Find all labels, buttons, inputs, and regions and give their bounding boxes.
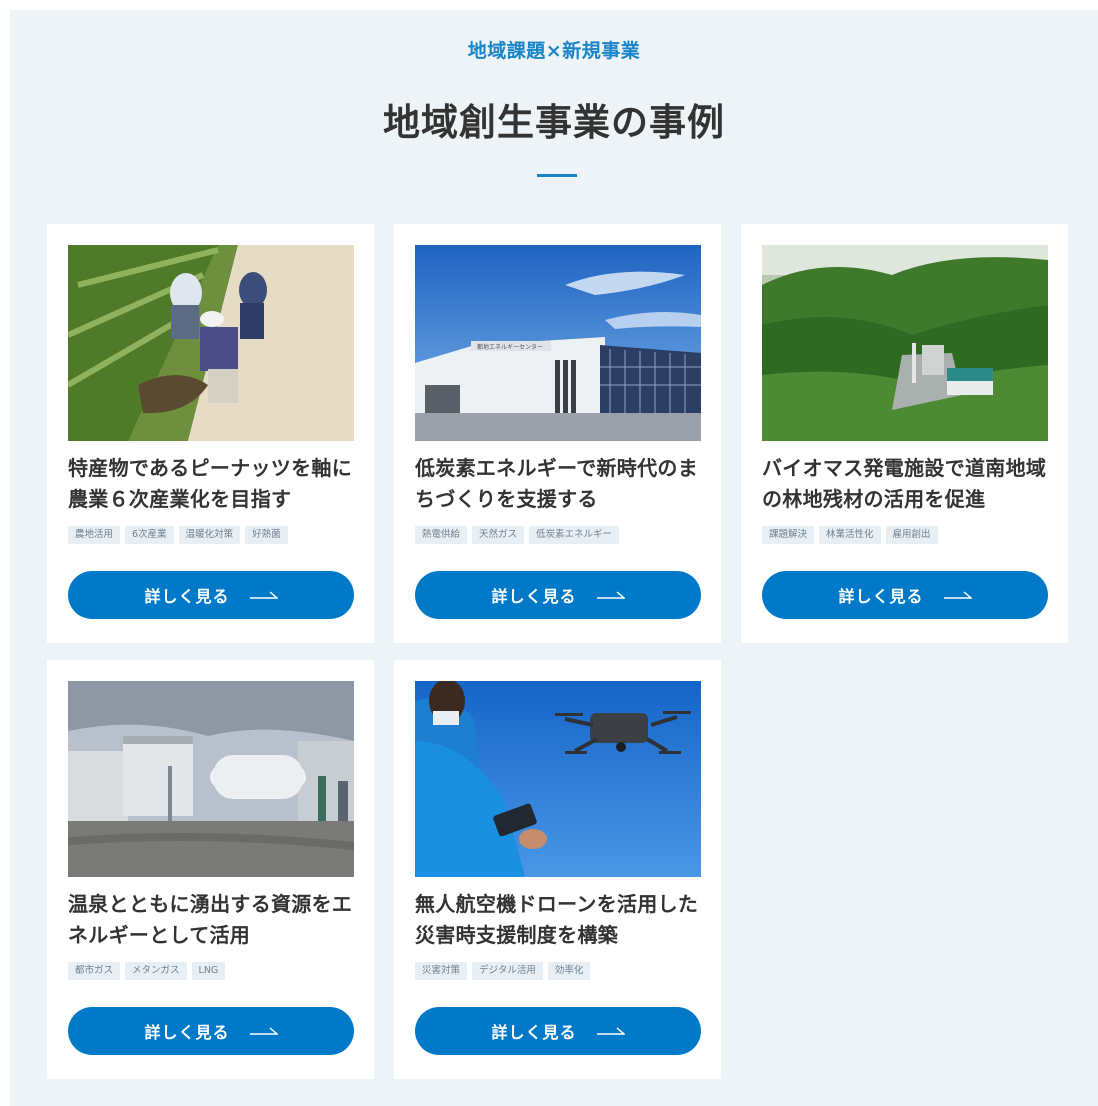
case-title-line: 温泉とともに湧出する資源をエ xyxy=(68,892,353,916)
case-title-line: 農業６次産業化を目指す xyxy=(68,487,292,511)
section-title: 地域創生事業の事例 xyxy=(383,101,725,144)
case-card-peanut: 特産物であるピーナッツを軸に 農業６次産業化を目指す 農地活用 6次産業 温暖化… xyxy=(47,224,374,643)
case-image-drone xyxy=(415,681,701,877)
case-title: 温泉とともに湧出する資源をエ ネルギーとして活用 xyxy=(68,889,360,951)
arrow-right-icon xyxy=(943,591,972,599)
detail-button-label: 詳しく見る xyxy=(838,587,924,606)
tag: 温暖化対策 xyxy=(178,526,241,544)
case-title: 特産物であるピーナッツを軸に 農業６次産業化を目指す xyxy=(68,453,360,515)
detail-button[interactable]: 詳しく見る xyxy=(68,571,354,619)
case-title: 無人航空機ドローンを活用した 災害時支援制度を構築 xyxy=(415,889,707,951)
tag: 課題解決 xyxy=(762,526,815,544)
arrow-right-icon xyxy=(596,591,625,599)
case-title-line: ちづくりを支援する xyxy=(415,487,598,511)
tag: 熱電供給 xyxy=(415,526,468,544)
drone-photo xyxy=(415,681,701,877)
detail-button-label: 詳しく見る xyxy=(491,587,577,606)
detail-button[interactable]: 詳しく見る xyxy=(68,1007,354,1055)
tag: メタンガス xyxy=(125,962,187,980)
tag: 都市ガス xyxy=(68,962,121,980)
case-title-line: 特産物であるピーナッツを軸に xyxy=(68,456,352,480)
case-card-hot-spring-gas: 温泉とともに湧出する資源をエ ネルギーとして活用 都市ガス メタンガス LNG … xyxy=(47,660,374,1079)
tag-list: 都市ガス メタンガス LNG xyxy=(68,962,358,980)
tag-list: 農地活用 6次産業 温暖化対策 好熱菌 xyxy=(68,526,358,544)
biomass-plant-photo xyxy=(762,245,1048,441)
section-eyebrow: 地域課題×新規事業 xyxy=(467,40,641,62)
case-title-line: バイオマス発電施設で道南地域 xyxy=(762,456,1047,480)
arrow-right-icon xyxy=(249,591,278,599)
tag: 天然ガス xyxy=(472,526,525,544)
detail-button[interactable]: 詳しく見る xyxy=(415,571,701,619)
detail-button[interactable]: 詳しく見る xyxy=(415,1007,701,1055)
case-image-peanut-farm xyxy=(68,245,354,441)
arrow-right-icon xyxy=(596,1027,625,1035)
case-title-line: 災害時支援制度を構築 xyxy=(415,923,618,947)
case-title-line: 低炭素エネルギーで新時代のま xyxy=(415,456,698,480)
case-card-low-carbon: 都地エネルギーセンター 低炭素エネルギーで新時代のま ちづくりを支援する 熱電供… xyxy=(394,224,721,643)
tag-list: 熱電供給 天然ガス 低炭素エネルギー xyxy=(415,526,705,544)
energy-center-photo: 都地エネルギーセンター xyxy=(415,245,701,441)
case-title: 低炭素エネルギーで新時代のま ちづくりを支援する xyxy=(415,453,707,515)
case-study-section: 地域課題×新規事業 地域創生事業の事例 特産物であるピーナッツを軸に 農業６次産… xyxy=(10,10,1098,1106)
detail-button[interactable]: 詳しく見る xyxy=(762,571,1048,619)
building-sign: 都地エネルギーセンター xyxy=(477,343,543,351)
case-title-line: 無人航空機ドローンを活用した xyxy=(415,892,699,916)
tag: 雇用創出 xyxy=(885,526,938,544)
arrow-right-icon xyxy=(249,1027,278,1035)
tag: 効率化 xyxy=(547,962,591,980)
tag: 災害対策 xyxy=(415,962,468,980)
case-card-drone: 無人航空機ドローンを活用した 災害時支援制度を構築 災害対策 デジタル活用 効率… xyxy=(394,660,721,1079)
tag-list: 課題解決 林業活性化 雇用創出 xyxy=(762,526,1052,544)
title-underline xyxy=(537,174,577,177)
case-image-gas-tank xyxy=(68,681,354,877)
tag-list: 災害対策 デジタル活用 効率化 xyxy=(415,962,705,980)
tag: 林業活性化 xyxy=(819,526,881,544)
case-card-biomass: バイオマス発電施設で道南地域 の林地残材の活用を促進 課題解決 林業活性化 雇用… xyxy=(741,224,1068,643)
case-title-line: の林地残材の活用を促進 xyxy=(762,487,986,511)
tag: LNG xyxy=(191,962,226,980)
case-image-biomass-plant xyxy=(762,245,1048,441)
detail-button-label: 詳しく見る xyxy=(144,1023,230,1042)
tag: 6次産業 xyxy=(125,526,174,544)
tag: 低炭素エネルギー xyxy=(529,526,620,544)
tag: 農地活用 xyxy=(68,526,121,544)
tag: デジタル活用 xyxy=(472,962,543,980)
tag: 好熱菌 xyxy=(245,526,288,544)
peanut-farm-photo xyxy=(68,245,354,441)
case-title: バイオマス発電施設で道南地域 の林地残材の活用を促進 xyxy=(762,453,1054,515)
gas-tank-photo xyxy=(68,681,354,877)
case-title-line: ネルギーとして活用 xyxy=(68,923,251,947)
detail-button-label: 詳しく見る xyxy=(491,1023,577,1042)
detail-button-label: 詳しく見る xyxy=(144,587,230,606)
case-image-energy-center: 都地エネルギーセンター xyxy=(415,245,701,441)
